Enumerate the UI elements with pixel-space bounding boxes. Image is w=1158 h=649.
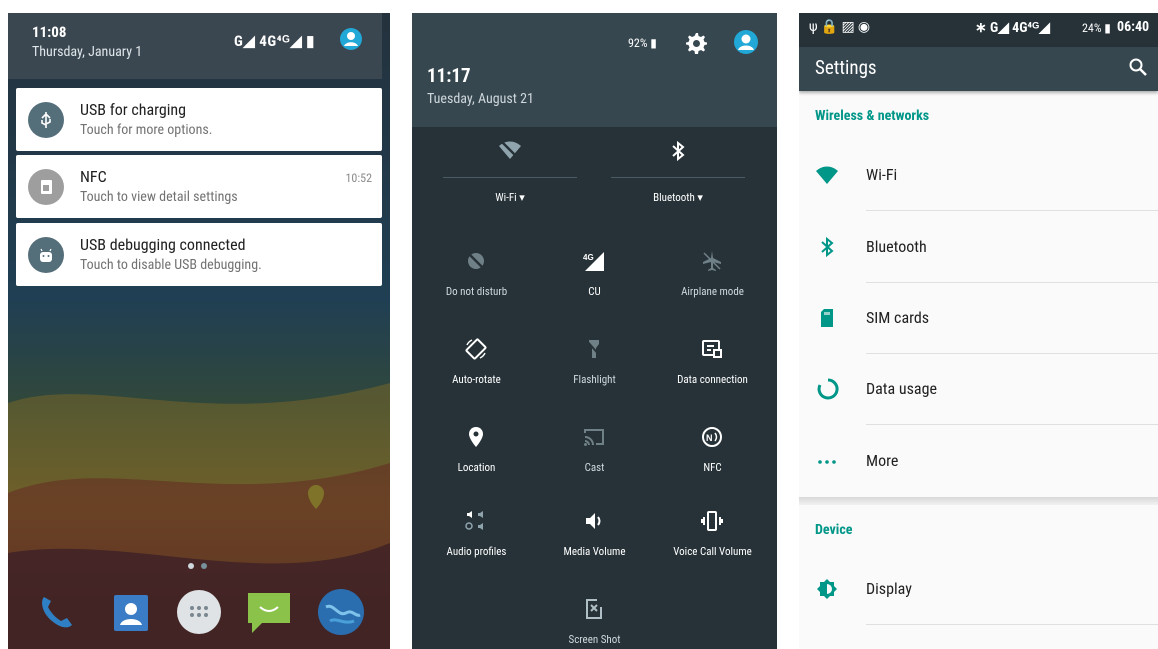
svg-text:4G: 4G <box>583 253 594 262</box>
wifi-toggle[interactable]: Wi-Fi ▾ <box>443 139 577 219</box>
tile-auto-rotate[interactable]: Auto-rotate <box>416 337 537 407</box>
date: Thursday, January 1 <box>32 44 143 60</box>
tile-data-connection[interactable]: Data connection <box>652 337 773 407</box>
svg-text:N: N <box>706 433 713 443</box>
search-icon[interactable] <box>1128 57 1148 77</box>
settings-item-sim-cards[interactable]: SIM cards <box>799 283 1158 354</box>
location-pin-icon <box>464 425 488 449</box>
auto-rotate-icon <box>464 337 488 361</box>
notification-nfc[interactable]: NFC Touch to view detail settings 10:52 <box>16 155 382 218</box>
signal-indicators: ∗ G◢ 4G⁴ᴳ◢ <box>975 20 1050 36</box>
tile-location[interactable]: Location <box>416 425 537 495</box>
signal-indicators: G◢ 4G⁴ᴳ◢ ▮ <box>234 32 315 50</box>
media-volume-icon <box>582 509 606 533</box>
app-drawer-icon[interactable] <box>174 587 224 637</box>
app-bar: Settings <box>799 47 1158 91</box>
nfc-icon: N <box>700 425 724 449</box>
cast-icon <box>582 425 606 449</box>
wifi-icon <box>815 163 839 187</box>
settings-item-data-usage[interactable]: Data usage <box>799 354 1158 425</box>
notification-title: NFC <box>80 167 107 186</box>
page-indicator <box>188 554 207 573</box>
screenshot-icon <box>582 597 606 621</box>
tile-cast[interactable]: Cast <box>534 425 655 495</box>
android-debug-icon <box>28 237 64 273</box>
tile-cu[interactable]: 4G CU <box>534 249 655 319</box>
bluetooth-toggle[interactable]: Bluetooth ▾ <box>611 139 745 219</box>
tile-flashlight[interactable]: Flashlight <box>534 337 655 407</box>
cellular-4g-icon: 4G <box>582 249 606 273</box>
user-avatar-icon[interactable] <box>340 28 362 50</box>
data-usage-icon <box>815 377 839 401</box>
clock: 11:08 <box>32 23 67 41</box>
audio-profiles-icon <box>464 509 488 533</box>
flashlight-off-icon <box>582 337 606 361</box>
wifi-off-icon <box>498 139 522 163</box>
quick-settings-header: 92% ▮ 11:17 Tuesday, August 21 <box>412 13 777 127</box>
wifi-label: Wi-Fi ▾ <box>495 191 525 204</box>
clock: 06:40 <box>1117 19 1150 35</box>
contacts-icon[interactable] <box>106 587 156 637</box>
user-avatar-icon[interactable] <box>734 30 758 54</box>
phone-icon[interactable] <box>30 587 80 637</box>
gear-icon[interactable] <box>684 31 708 55</box>
tile-audio-profiles[interactable]: Audio profiles <box>416 509 537 579</box>
notification-subtitle: Touch to disable USB debugging. <box>80 257 262 273</box>
airplane-icon <box>700 249 724 273</box>
section-header-wireless: Wireless & networks <box>815 108 930 124</box>
bluetooth-icon <box>666 139 690 163</box>
nfc-card-icon <box>28 169 64 205</box>
battery-percent: 24% ▮ <box>1082 21 1111 35</box>
sim-card-icon <box>815 306 839 330</box>
settings-screen: ψ 🔒 ▨ ◉ ∗ G◢ 4G⁴ᴳ◢ 24% ▮ 06:40 Settings … <box>799 13 1158 649</box>
notification-subtitle: Touch to view detail settings <box>80 189 238 205</box>
voice-call-volume-icon <box>700 509 724 533</box>
tile-media-volume[interactable]: Media Volume <box>534 509 655 579</box>
tile-nfc[interactable]: N NFC <box>652 425 773 495</box>
notification-title: USB for charging <box>80 100 187 119</box>
notification-subtitle: Touch for more options. <box>80 122 213 138</box>
home-dock <box>8 587 390 643</box>
settings-item-wifi[interactable]: Wi-Fi <box>799 140 1158 211</box>
clock: 11:17 <box>427 64 471 87</box>
status-bar: ψ 🔒 ▨ ◉ ∗ G◢ 4G⁴ᴳ◢ 24% ▮ 06:40 <box>799 13 1158 47</box>
settings-item-more[interactable]: More <box>799 426 1158 497</box>
notification-usb-debugging[interactable]: USB debugging connected Touch to disable… <box>16 223 382 286</box>
bluetooth-label: Bluetooth ▾ <box>653 191 703 204</box>
section-header-device: Device <box>815 522 853 538</box>
more-dots-icon <box>815 449 839 473</box>
notification-usb-charging[interactable]: USB for charging Touch for more options. <box>16 88 382 151</box>
browser-globe-icon[interactable] <box>316 587 366 637</box>
tile-voice-call-volume[interactable]: Voice Call Volume <box>652 509 773 579</box>
usb-icon <box>28 102 64 138</box>
notification-header: 11:08 Thursday, January 1 G◢ 4G⁴ᴳ◢ ▮ <box>8 13 382 79</box>
quick-settings-screen: 92% ▮ 11:17 Tuesday, August 21 Wi-Fi ▾ B… <box>412 13 777 649</box>
notification-shade-screen: 11:08 Thursday, January 1 G◢ 4G⁴ᴳ◢ ▮ USB… <box>8 13 390 649</box>
bluetooth-icon <box>815 235 839 259</box>
settings-item-display[interactable]: Display <box>799 554 1158 625</box>
display-brightness-icon <box>815 577 839 601</box>
notification-icons: ψ 🔒 ▨ ◉ <box>809 19 871 35</box>
tile-do-not-disturb[interactable]: Do not disturb <box>416 249 537 319</box>
page-title: Settings <box>815 56 877 79</box>
section-divider <box>799 497 1158 505</box>
battery-percent: 92% ▮ <box>628 36 657 50</box>
messaging-icon[interactable] <box>244 587 294 637</box>
notification-title: USB debugging connected <box>80 235 246 254</box>
date: Tuesday, August 21 <box>427 91 534 107</box>
tile-screen-shot[interactable]: Screen Shot <box>534 597 655 649</box>
notification-time: 10:52 <box>345 171 373 185</box>
settings-item-bluetooth[interactable]: Bluetooth <box>799 212 1158 283</box>
data-connection-icon <box>700 337 724 361</box>
tile-airplane-mode[interactable]: Airplane mode <box>652 249 773 319</box>
do-not-disturb-icon <box>464 249 488 273</box>
